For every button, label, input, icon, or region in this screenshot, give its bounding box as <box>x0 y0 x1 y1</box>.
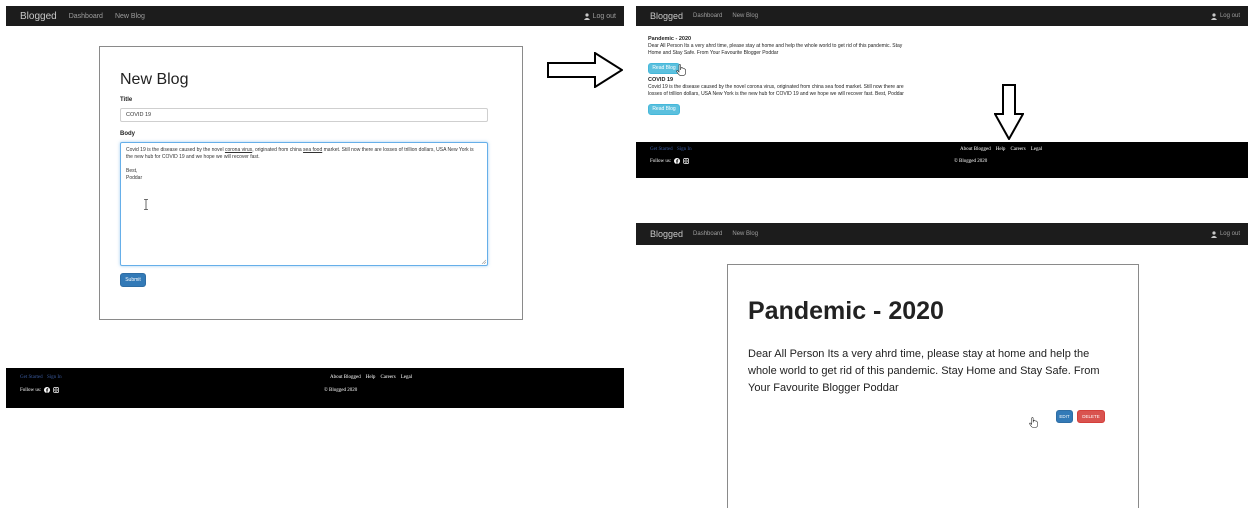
logout-link[interactable]: Log out <box>1210 12 1240 20</box>
nav-brand[interactable]: Blogged <box>650 229 683 239</box>
body-text: Covid 19 is the disease caused by the no… <box>126 147 482 161</box>
footer-about[interactable]: About Blogged <box>330 375 361 380</box>
logout-label: Log out <box>1219 13 1240 19</box>
nav-brand[interactable]: Blogged <box>20 11 57 22</box>
nav-brand[interactable]: Blogged <box>650 11 683 21</box>
resize-handle-icon[interactable] <box>481 259 486 264</box>
nav-new-blog-link[interactable]: New Blog <box>732 231 758 237</box>
read-button-wrap: Read Blog <box>648 63 910 76</box>
user-icon <box>583 12 590 20</box>
footer-copyright: © Blogged 2020 <box>954 159 988 164</box>
footer-careers[interactable]: Careers <box>380 375 395 380</box>
body-sign-2: Poddar <box>126 175 143 181</box>
footer-follow-label: Follow us: <box>20 387 42 393</box>
nav-dashboard-link[interactable]: Dashboard <box>693 231 722 237</box>
blog-title: Pandemic - 2020 <box>748 297 944 325</box>
post-title: Pandemic - 2020 <box>648 36 692 42</box>
read-blog-button[interactable]: Read Blog <box>648 104 680 115</box>
post-item: COVID 19 Covid 19 is the disease caused … <box>648 77 910 115</box>
hand-pointer-icon <box>676 64 686 76</box>
new-blog-screen: Blogged Dashboard New Blog Log out New B… <box>6 6 624 408</box>
footer-follow: Follow us: <box>650 158 690 164</box>
footer-sign-in[interactable]: Sign In <box>677 147 692 152</box>
post-item: Pandemic - 2020 Dear All Person Its a ve… <box>648 36 910 76</box>
text-cursor-icon <box>144 199 148 210</box>
arrow-right-icon <box>547 52 623 88</box>
body-textarea[interactable]: Covid 19 is the disease caused by the no… <box>120 142 488 266</box>
nav-new-blog-link[interactable]: New Blog <box>732 13 758 19</box>
footer-legal[interactable]: Legal <box>1031 147 1042 152</box>
nav-dashboard-link[interactable]: Dashboard <box>693 13 722 19</box>
footer-follow: Follow us: <box>20 387 60 393</box>
footer-follow-label: Follow us: <box>650 158 672 164</box>
submit-button[interactable]: Submit <box>120 273 146 287</box>
footer-links: About Blogged Help Careers Legal <box>960 147 1042 152</box>
spelling-sea-food: sea food <box>303 147 323 153</box>
blog-detail-card: Pandemic - 2020 Dear All Person Its a ve… <box>727 264 1139 508</box>
edit-button[interactable]: EDIT <box>1056 410 1073 423</box>
title-label: Title <box>120 97 133 103</box>
logout-label: Log out <box>592 12 616 20</box>
footer-help[interactable]: Help <box>996 147 1006 152</box>
title-input-value: COVID 19 <box>126 112 152 118</box>
post-excerpt: Dear All Person Its a very ahrd time, pl… <box>648 43 903 56</box>
user-icon <box>1210 12 1217 20</box>
footer-about[interactable]: About Blogged <box>960 147 991 152</box>
new-blog-heading: New Blog <box>120 71 189 88</box>
logout-link[interactable]: Log out <box>583 12 616 20</box>
footer-sign-in[interactable]: Sign In <box>47 375 62 380</box>
blog-list-screen: Blogged Dashboard New Blog Log out Pande… <box>636 6 1248 178</box>
post-title: COVID 19 <box>648 77 674 83</box>
nav-new-blog-link[interactable]: New Blog <box>115 13 145 20</box>
user-icon <box>1210 230 1217 238</box>
facebook-icon[interactable] <box>674 158 681 164</box>
blog-body: Dear All Person Its a very ahrd time, pl… <box>748 348 1100 394</box>
body-sign-1: Best, <box>126 168 138 174</box>
instagram-icon[interactable] <box>683 158 690 164</box>
facebook-icon[interactable] <box>44 387 51 393</box>
body-label: Body <box>120 131 135 137</box>
logout-link[interactable]: Log out <box>1210 230 1240 238</box>
instagram-icon[interactable] <box>53 387 60 393</box>
top-navbar: Blogged Dashboard New Blog Log out <box>636 6 1248 26</box>
footer-get-started[interactable]: Get Started <box>650 147 673 152</box>
body-text-part: , originated from china <box>252 147 304 153</box>
blog-detail-screen: Blogged Dashboard New Blog Log out Pande… <box>636 223 1248 508</box>
body-text-part: Covid 19 is the disease caused by the no… <box>126 147 225 153</box>
new-blog-card: New Blog Title COVID 19 Body Covid 19 is… <box>99 46 523 320</box>
footer-copyright: © Blogged 2020 <box>324 388 358 393</box>
delete-button[interactable]: DELETE <box>1077 410 1105 423</box>
hand-pointer-icon <box>1029 417 1038 428</box>
nav-dashboard-link[interactable]: Dashboard <box>69 13 103 20</box>
footer-get-started[interactable]: Get Started <box>20 375 43 380</box>
footer-links: About Blogged Help Careers Legal <box>330 375 412 380</box>
post-excerpt: Covid 19 is the disease caused by the no… <box>648 84 904 97</box>
title-input[interactable]: COVID 19 <box>120 108 488 122</box>
site-footer: Get Started Sign In About Blogged Help C… <box>6 368 624 408</box>
footer-help[interactable]: Help <box>366 375 376 380</box>
site-footer: Get Started Sign In About Blogged Help C… <box>636 142 1248 178</box>
footer-careers[interactable]: Careers <box>1010 147 1025 152</box>
top-navbar: Blogged Dashboard New Blog Log out <box>6 6 624 26</box>
spelling-corona-virus: corona virus <box>224 147 253 153</box>
footer-legal[interactable]: Legal <box>401 375 412 380</box>
top-navbar: Blogged Dashboard New Blog Log out <box>636 223 1248 245</box>
post-list: Pandemic - 2020 Dear All Person Its a ve… <box>648 36 910 115</box>
arrow-down-icon <box>994 84 1024 140</box>
logout-label: Log out <box>1219 231 1240 237</box>
